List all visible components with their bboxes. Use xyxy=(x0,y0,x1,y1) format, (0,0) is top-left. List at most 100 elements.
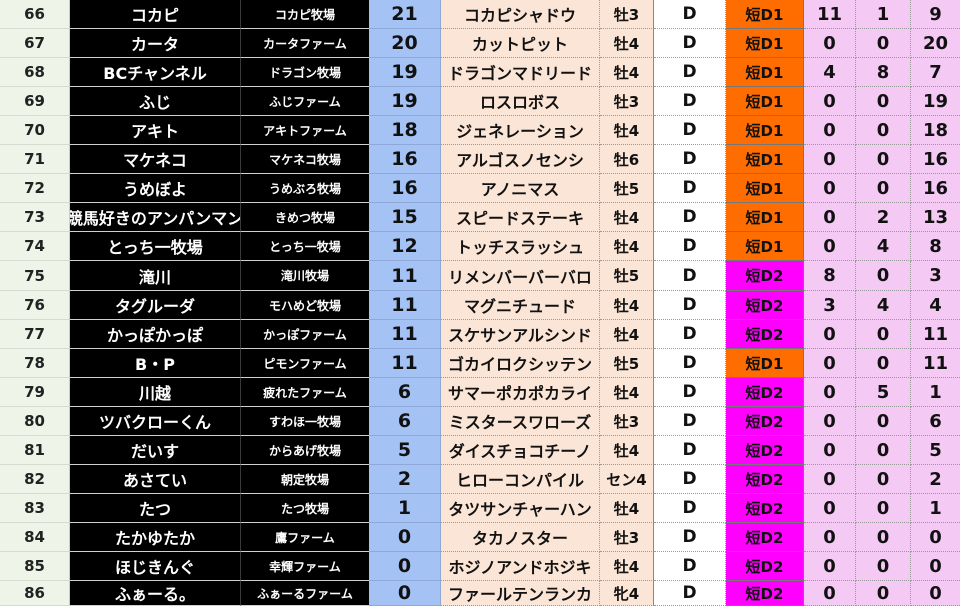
sex-age-cell[interactable]: 牡4 xyxy=(600,291,654,320)
row-number[interactable]: 83 xyxy=(0,494,70,523)
stat3-cell[interactable]: 16 xyxy=(911,174,960,203)
horse-name-cell[interactable]: アノニマス xyxy=(441,174,600,203)
points-cell[interactable]: 21 xyxy=(369,0,441,29)
division-cell[interactable]: 短D2 xyxy=(726,378,804,407)
grade-cell[interactable]: D xyxy=(654,87,726,116)
row-number[interactable]: 67 xyxy=(0,29,70,58)
horse-name-cell[interactable]: コカピシャドウ xyxy=(441,0,600,29)
grade-cell[interactable]: D xyxy=(654,291,726,320)
horse-name-cell[interactable]: ミスタースワローズ xyxy=(441,407,600,436)
owner-name-cell[interactable]: マケネコ xyxy=(70,145,241,174)
points-cell[interactable]: 20 xyxy=(369,29,441,58)
row-number[interactable]: 74 xyxy=(0,232,70,261)
farm-name-cell[interactable]: カータファーム xyxy=(241,29,369,58)
row-number[interactable]: 76 xyxy=(0,291,70,320)
row-number[interactable]: 70 xyxy=(0,116,70,145)
row-number[interactable]: 77 xyxy=(0,320,70,349)
grade-cell[interactable]: D xyxy=(654,174,726,203)
sex-age-cell[interactable]: 牡4 xyxy=(600,436,654,465)
stat2-cell[interactable]: 0 xyxy=(856,581,911,606)
stat3-cell[interactable]: 6 xyxy=(911,407,960,436)
grade-cell[interactable]: D xyxy=(654,494,726,523)
division-cell[interactable]: 短D2 xyxy=(726,291,804,320)
owner-name-cell[interactable]: アキト xyxy=(70,116,241,145)
stat3-cell[interactable]: 7 xyxy=(911,58,960,87)
stat3-cell[interactable]: 0 xyxy=(911,552,960,581)
stat2-cell[interactable]: 8 xyxy=(856,58,911,87)
sex-age-cell[interactable]: 牡5 xyxy=(600,349,654,378)
farm-name-cell[interactable]: ドラゴン牧場 xyxy=(241,58,369,87)
points-cell[interactable]: 19 xyxy=(369,58,441,87)
points-cell[interactable]: 1 xyxy=(369,494,441,523)
division-cell[interactable]: 短D2 xyxy=(726,581,804,606)
row-number[interactable]: 68 xyxy=(0,58,70,87)
horse-name-cell[interactable]: ジェネレーション xyxy=(441,116,600,145)
division-cell[interactable]: 短D2 xyxy=(726,494,804,523)
stat3-cell[interactable]: 9 xyxy=(911,0,960,29)
row-number[interactable]: 69 xyxy=(0,87,70,116)
farm-name-cell[interactable]: ピモンファーム xyxy=(241,349,369,378)
horse-name-cell[interactable]: ファールテンランカ xyxy=(441,581,600,606)
stat1-cell[interactable]: 4 xyxy=(804,58,856,87)
stat3-cell[interactable]: 2 xyxy=(911,465,960,494)
sex-age-cell[interactable]: 牡3 xyxy=(600,87,654,116)
grade-cell[interactable]: D xyxy=(654,29,726,58)
grade-cell[interactable]: D xyxy=(654,116,726,145)
stat1-cell[interactable]: 0 xyxy=(804,523,856,552)
points-cell[interactable]: 2 xyxy=(369,465,441,494)
stat1-cell[interactable]: 8 xyxy=(804,261,856,291)
row-number[interactable]: 72 xyxy=(0,174,70,203)
division-cell[interactable]: 短D1 xyxy=(726,87,804,116)
stat3-cell[interactable]: 8 xyxy=(911,232,960,261)
points-cell[interactable]: 11 xyxy=(369,320,441,349)
points-cell[interactable]: 6 xyxy=(369,378,441,407)
horse-name-cell[interactable]: ヒローコンパイル xyxy=(441,465,600,494)
points-cell[interactable]: 11 xyxy=(369,291,441,320)
owner-name-cell[interactable]: たかゆたか xyxy=(70,523,241,552)
stat2-cell[interactable]: 0 xyxy=(856,320,911,349)
stat1-cell[interactable]: 0 xyxy=(804,349,856,378)
stat3-cell[interactable]: 18 xyxy=(911,116,960,145)
farm-name-cell[interactable]: 鷹ファーム xyxy=(241,523,369,552)
stat2-cell[interactable]: 0 xyxy=(856,436,911,465)
owner-name-cell[interactable]: B・P xyxy=(70,349,241,378)
points-cell[interactable]: 0 xyxy=(369,552,441,581)
horse-name-cell[interactable]: ダイスチョコチーノ xyxy=(441,436,600,465)
owner-name-cell[interactable]: うめぼよ xyxy=(70,174,241,203)
points-cell[interactable]: 15 xyxy=(369,203,441,232)
owner-name-cell[interactable]: 競馬好きのアンパンマン xyxy=(70,203,241,232)
horse-name-cell[interactable]: ロスロボス xyxy=(441,87,600,116)
farm-name-cell[interactable]: ふぁーるファーム xyxy=(241,581,369,606)
stat3-cell[interactable]: 13 xyxy=(911,203,960,232)
grade-cell[interactable]: D xyxy=(654,407,726,436)
owner-name-cell[interactable]: BCチャンネル xyxy=(70,58,241,87)
stat1-cell[interactable]: 11 xyxy=(804,0,856,29)
division-cell[interactable]: 短D2 xyxy=(726,407,804,436)
owner-name-cell[interactable]: だいす xyxy=(70,436,241,465)
farm-name-cell[interactable]: アキトファーム xyxy=(241,116,369,145)
sex-age-cell[interactable]: 牡4 xyxy=(600,232,654,261)
division-cell[interactable]: 短D2 xyxy=(726,436,804,465)
horse-name-cell[interactable]: カットピット xyxy=(441,29,600,58)
horse-name-cell[interactable]: ドラゴンマドリード xyxy=(441,58,600,87)
owner-name-cell[interactable]: ほじきんぐ xyxy=(70,552,241,581)
row-number[interactable]: 85 xyxy=(0,552,70,581)
sex-age-cell[interactable]: 牡5 xyxy=(600,261,654,291)
stat2-cell[interactable]: 0 xyxy=(856,87,911,116)
stat3-cell[interactable]: 1 xyxy=(911,378,960,407)
horse-name-cell[interactable]: ホジノアンドホジキ xyxy=(441,552,600,581)
division-cell[interactable]: 短D2 xyxy=(726,523,804,552)
grade-cell[interactable]: D xyxy=(654,523,726,552)
grade-cell[interactable]: D xyxy=(654,552,726,581)
row-number[interactable]: 84 xyxy=(0,523,70,552)
points-cell[interactable]: 5 xyxy=(369,436,441,465)
horse-name-cell[interactable]: タカノスター xyxy=(441,523,600,552)
points-cell[interactable]: 12 xyxy=(369,232,441,261)
stat2-cell[interactable]: 1 xyxy=(856,0,911,29)
farm-name-cell[interactable]: きめつ牧場 xyxy=(241,203,369,232)
grade-cell[interactable]: D xyxy=(654,145,726,174)
sex-age-cell[interactable]: 牡4 xyxy=(600,494,654,523)
points-cell[interactable]: 11 xyxy=(369,349,441,378)
points-cell[interactable]: 11 xyxy=(369,261,441,291)
stat1-cell[interactable]: 0 xyxy=(804,87,856,116)
